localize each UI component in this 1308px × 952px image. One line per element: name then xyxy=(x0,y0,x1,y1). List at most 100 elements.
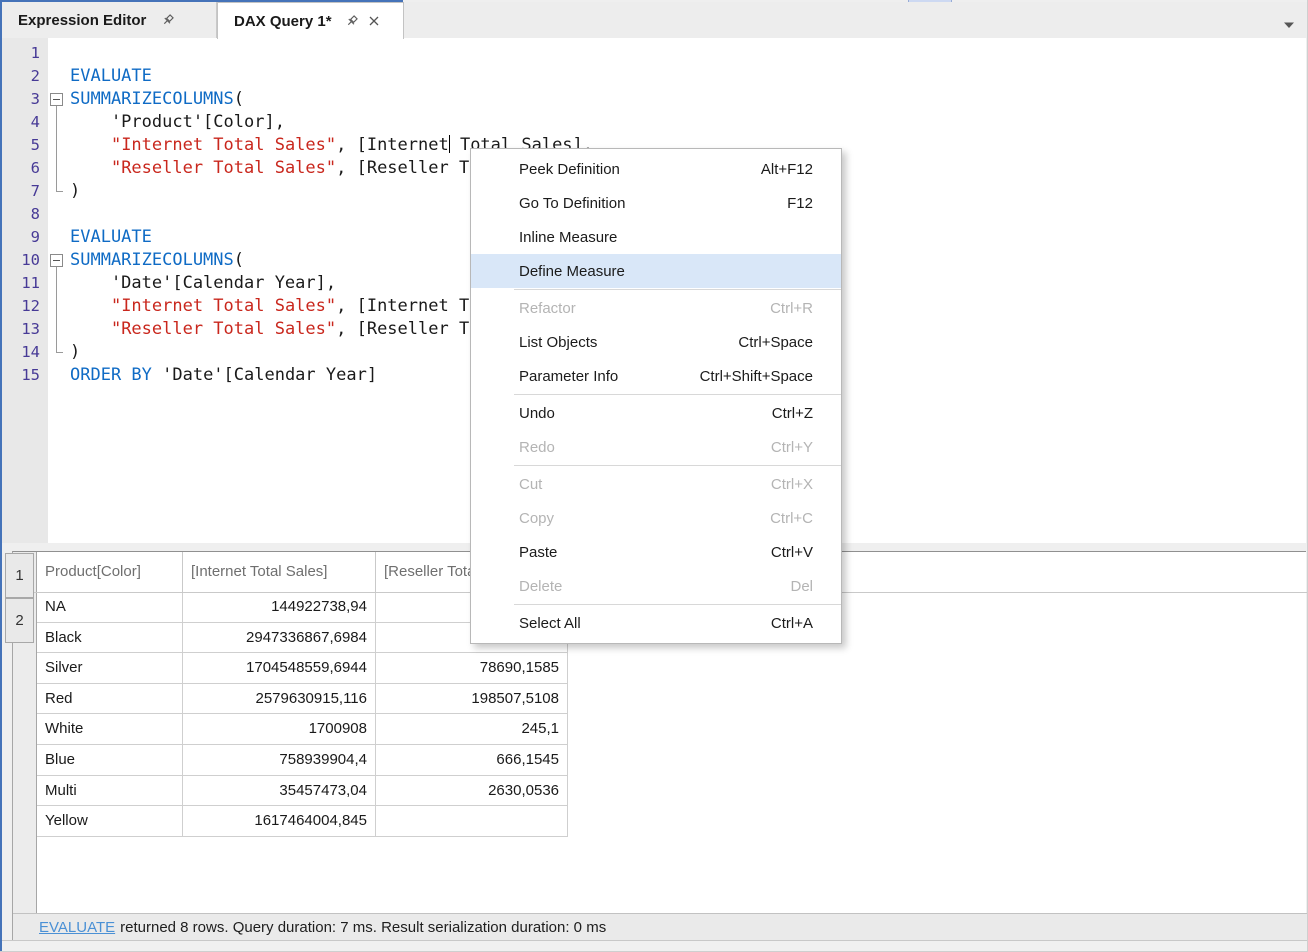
menu-item-list-objects[interactable]: List ObjectsCtrl+Space xyxy=(471,325,841,359)
menu-item-shortcut: Del xyxy=(790,578,813,595)
string-token: "Internet Total Sales" xyxy=(111,135,336,155)
menu-item-go-to-definition[interactable]: Go To DefinitionF12 xyxy=(471,186,841,220)
table-cell[interactable]: 78690,1585 xyxy=(376,653,568,683)
fold-guide xyxy=(48,341,66,364)
line-number: 7 xyxy=(2,180,48,203)
menu-item-redo[interactable]: RedoCtrl+Y xyxy=(471,430,841,464)
table-row: Blue758939904,4666,1545 xyxy=(37,745,568,776)
table-cell[interactable]: 245,1 xyxy=(376,714,568,744)
tab-expression-editor[interactable]: Expression Editor xyxy=(2,2,217,38)
string-token: "Internet Total Sales" xyxy=(111,296,336,316)
table-cell[interactable]: Black xyxy=(37,623,183,653)
table-row: Yellow1617464004,845 xyxy=(37,806,568,837)
menu-item-shortcut: Ctrl+R xyxy=(770,300,813,317)
menu-item-label: Peek Definition xyxy=(519,161,761,178)
table-cell[interactable]: 1704548559,6944 xyxy=(183,653,376,683)
evaluate-link[interactable]: EVALUATE xyxy=(39,919,115,936)
table-row: Multi35457473,042630,0536 xyxy=(37,776,568,807)
menu-item-copy[interactable]: CopyCtrl+C xyxy=(471,501,841,535)
table-cell[interactable]: 2579630915,116 xyxy=(183,684,376,714)
menu-item-inline-measure[interactable]: Inline Measure xyxy=(471,220,841,254)
table-cell[interactable]: NA xyxy=(37,592,183,622)
code-text[interactable]: EVALUATE xyxy=(66,65,1306,88)
line-number: 6 xyxy=(2,157,48,180)
table-cell[interactable]: 1617464004,845 xyxy=(183,806,376,836)
editor-line[interactable]: 2EVALUATE xyxy=(2,65,1306,88)
editor-line[interactable]: 4 'Product'[Color], xyxy=(2,111,1306,134)
menu-item-label: Delete xyxy=(519,578,790,595)
code-text[interactable]: 'Product'[Color], xyxy=(66,111,1306,134)
document-tab-strip: Expression Editor DAX Query 1* xyxy=(2,2,1307,38)
line-number: 15 xyxy=(2,364,48,387)
plain-token xyxy=(70,158,111,178)
table-cell[interactable] xyxy=(376,806,568,836)
editor-line[interactable]: 3SUMMARIZECOLUMNS( xyxy=(2,88,1306,111)
editor-line[interactable]: 1 xyxy=(2,42,1306,65)
table-cell[interactable]: 2630,0536 xyxy=(376,776,568,806)
menu-item-shortcut: Ctrl+A xyxy=(771,615,813,632)
table-cell[interactable]: 2947336867,6984 xyxy=(183,623,376,653)
result-set-button-2[interactable]: 2 xyxy=(5,598,34,643)
code-text[interactable]: SUMMARIZECOLUMNS( xyxy=(66,88,1306,111)
table-cell[interactable]: Red xyxy=(37,684,183,714)
menu-item-shortcut: Ctrl+Space xyxy=(738,334,813,351)
menu-item-peek-definition[interactable]: Peek DefinitionAlt+F12 xyxy=(471,152,841,186)
menu-item-shortcut: F12 xyxy=(787,195,813,212)
fold-collapse-box-icon[interactable] xyxy=(50,93,63,106)
menu-item-label: Copy xyxy=(519,510,770,527)
fold-vline xyxy=(56,134,57,157)
menu-item-shortcut: Alt+F12 xyxy=(761,161,813,178)
menu-item-shortcut: Ctrl+Y xyxy=(771,439,813,456)
fold-toggle-icon[interactable] xyxy=(48,249,66,272)
table-cell[interactable]: 35457473,04 xyxy=(183,776,376,806)
table-cell[interactable]: White xyxy=(37,714,183,744)
menu-item-select-all[interactable]: Select AllCtrl+A xyxy=(471,606,841,640)
tab-dax-query-1[interactable]: DAX Query 1* xyxy=(217,2,404,39)
line-number: 9 xyxy=(2,226,48,249)
pin-icon[interactable] xyxy=(160,12,176,28)
plain-token: ) xyxy=(70,181,80,201)
menu-item-undo[interactable]: UndoCtrl+Z xyxy=(471,396,841,430)
line-number: 13 xyxy=(2,318,48,341)
fold-collapse-box-icon[interactable] xyxy=(50,254,63,267)
menu-item-parameter-info[interactable]: Parameter InfoCtrl+Shift+Space xyxy=(471,359,841,393)
result-set-button-1[interactable]: 1 xyxy=(5,553,34,598)
table-row: Silver1704548559,694478690,1585 xyxy=(37,653,568,684)
query-status-bar: EVALUATE returned 8 rows. Query duration… xyxy=(13,913,1307,941)
menu-item-delete[interactable]: DeleteDel xyxy=(471,569,841,603)
table-cell[interactable]: 198507,5108 xyxy=(376,684,568,714)
tab-label: Expression Editor xyxy=(18,12,146,29)
column-header-product-color[interactable]: Product[Color] xyxy=(37,552,183,592)
column-header-internet-total-sales[interactable]: [Internet Total Sales] xyxy=(183,552,376,592)
fold-guide xyxy=(48,295,66,318)
pin-icon[interactable] xyxy=(344,13,360,29)
table-cell[interactable]: Blue xyxy=(37,745,183,775)
menu-item-paste[interactable]: PasteCtrl+V xyxy=(471,535,841,569)
table-cell[interactable]: Yellow xyxy=(37,806,183,836)
menu-item-define-measure[interactable]: Define Measure xyxy=(471,254,841,288)
fold-guide xyxy=(48,157,66,180)
close-icon[interactable] xyxy=(366,13,382,29)
fold-guide xyxy=(48,272,66,295)
fold-toggle-icon[interactable] xyxy=(48,88,66,111)
line-number: 4 xyxy=(2,111,48,134)
fold-tick xyxy=(56,352,63,353)
tab-list-dropdown-icon[interactable] xyxy=(1283,16,1295,24)
plain-token: ( xyxy=(234,89,244,109)
code-text[interactable] xyxy=(66,42,1306,65)
table-cell[interactable]: 758939904,4 xyxy=(183,745,376,775)
table-cell[interactable]: 1700908 xyxy=(183,714,376,744)
menu-item-label: Redo xyxy=(519,439,771,456)
table-cell[interactable]: 144922738,94 xyxy=(183,592,376,622)
string-token: "Reseller Total Sales" xyxy=(111,158,336,178)
menu-item-refactor[interactable]: RefactorCtrl+R xyxy=(471,291,841,325)
table-row: White1700908245,1 xyxy=(37,714,568,745)
menu-item-label: Select All xyxy=(519,615,771,632)
table-cell[interactable]: Silver xyxy=(37,653,183,683)
menu-item-label: Refactor xyxy=(519,300,770,317)
table-cell[interactable]: 666,1545 xyxy=(376,745,568,775)
line-number: 12 xyxy=(2,295,48,318)
table-row: Red2579630915,116198507,5108 xyxy=(37,684,568,715)
menu-item-cut[interactable]: CutCtrl+X xyxy=(471,467,841,501)
table-cell[interactable]: Multi xyxy=(37,776,183,806)
